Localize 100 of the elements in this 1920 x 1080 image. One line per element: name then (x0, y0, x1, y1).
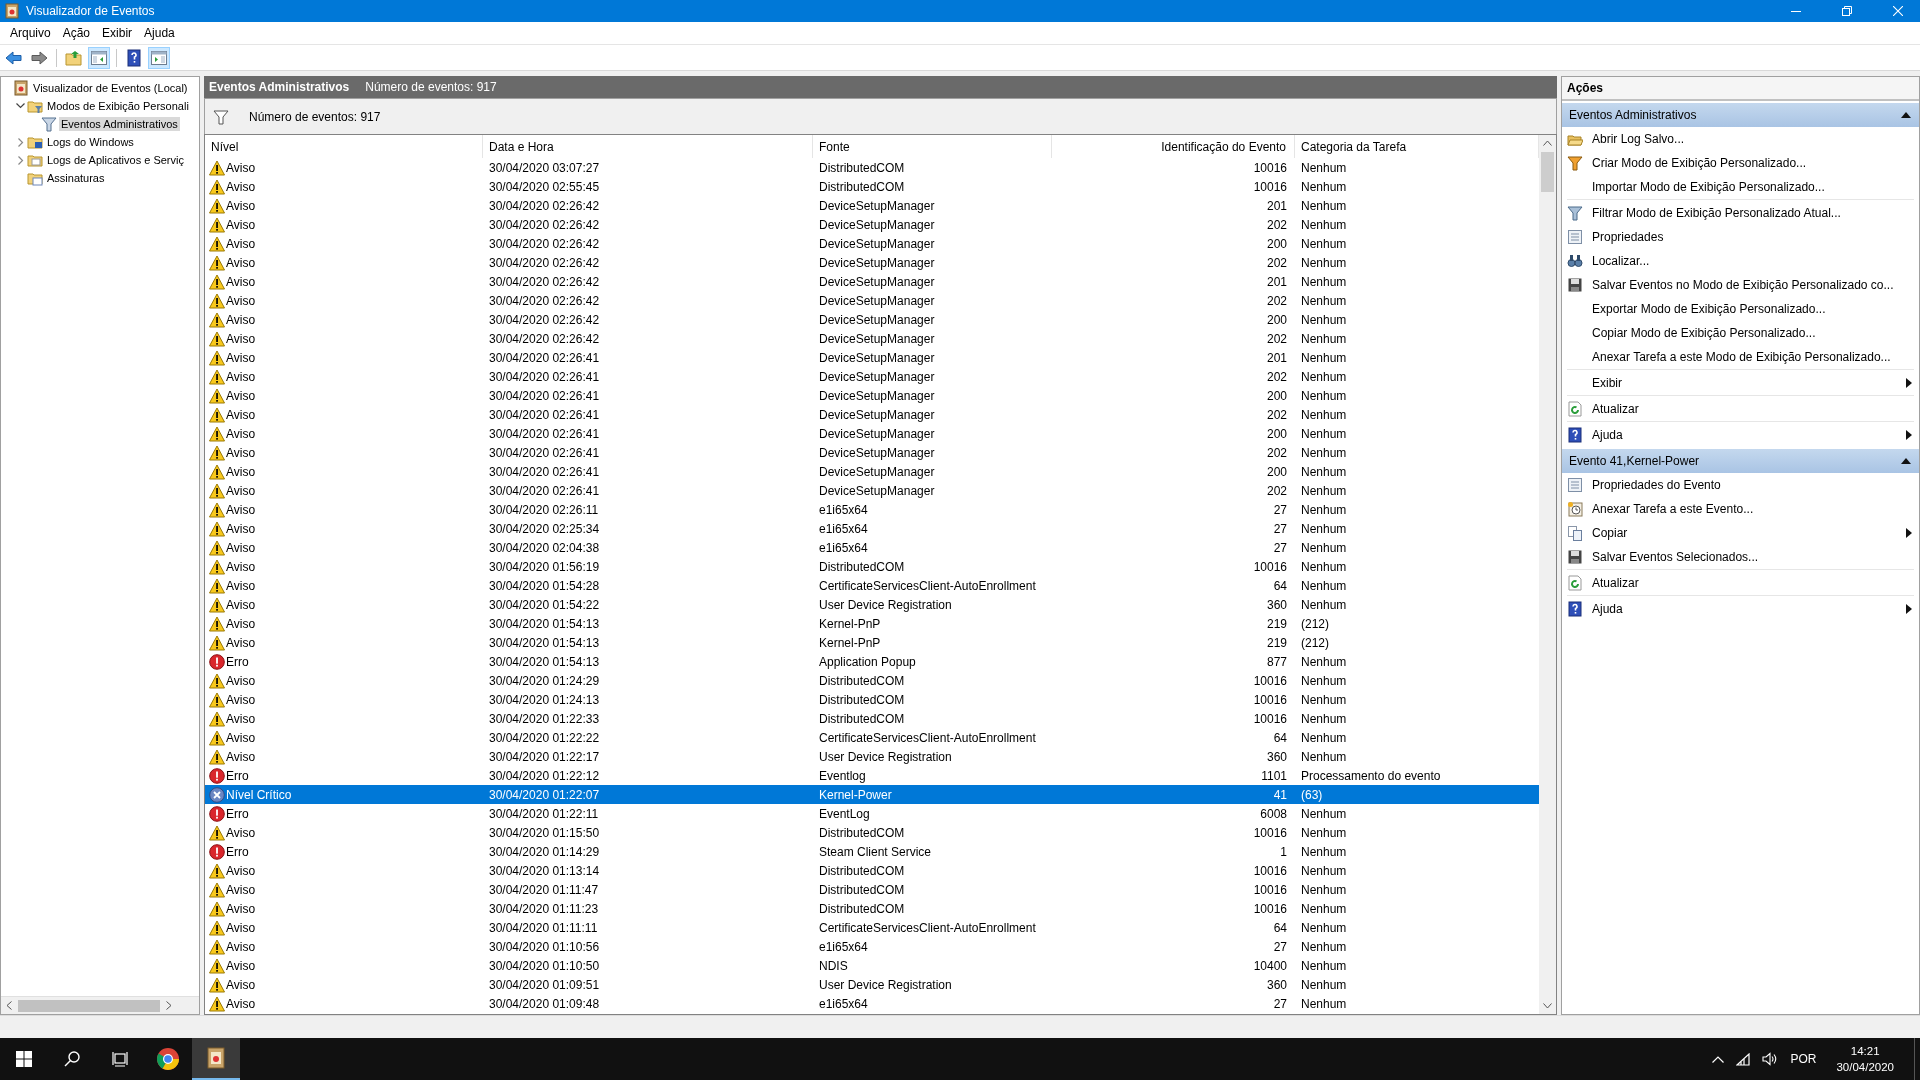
action-item[interactable]: Propriedades do Evento (1567, 473, 1914, 496)
action-item[interactable]: Filtrar Modo de Exibição Personalizado Atual... (1567, 201, 1914, 224)
table-row[interactable]: Aviso 30/04/2020 02:26:41 DeviceSetupManager 202 Nenhum (205, 481, 1539, 500)
table-row[interactable]: Aviso 30/04/2020 01:09:51 User Device Registration 360 Nenhum (205, 975, 1539, 994)
table-row[interactable]: Aviso 30/04/2020 02:55:45 DistributedCOM 10016 Nenhum (205, 177, 1539, 196)
table-row[interactable]: Aviso 30/04/2020 01:54:22 User Device Registration 360 Nenhum (205, 595, 1539, 614)
table-row[interactable]: Aviso 30/04/2020 02:26:42 DeviceSetupManager 202 Nenhum (205, 291, 1539, 310)
scroll-down-icon[interactable] (1543, 1003, 1552, 1009)
tree-item[interactable]: Eventos Administrativos (59, 117, 180, 131)
action-item[interactable]: Propriedades (1567, 225, 1914, 248)
action-item[interactable]: Atualizar (1567, 397, 1914, 422)
scrollbar-thumb[interactable] (1541, 152, 1554, 192)
scroll-up-icon[interactable] (1543, 140, 1552, 146)
action-item[interactable]: Exportar Modo de Exibição Personalizado... (1567, 297, 1914, 320)
table-row[interactable]: Aviso 30/04/2020 01:22:17 User Device Registration 360 Nenhum (205, 747, 1539, 766)
table-row[interactable]: Aviso 30/04/2020 01:22:22 CertificateServicesClient-AutoEnrollment 64 Nenhum (205, 728, 1539, 747)
action-item[interactable]: Importar Modo de Exibição Personalizado... (1567, 175, 1914, 200)
action-item[interactable]: Copiar Modo de Exibição Personalizado... (1567, 321, 1914, 344)
table-row[interactable]: Aviso 30/04/2020 01:10:50 NDIS 10400 Nenhum (205, 956, 1539, 975)
table-row[interactable]: Aviso 30/04/2020 01:10:56 e1i65x64 27 Nenhum (205, 937, 1539, 956)
tree-item[interactable]: Modos de Exibição Personali (45, 99, 191, 113)
table-row[interactable]: Erro 30/04/2020 01:22:11 EventLog 6008 Nenhum (205, 804, 1539, 823)
action-item[interactable]: Salvar Eventos Selecionados... (1567, 545, 1914, 570)
action-item[interactable]: Localizar... (1567, 249, 1914, 272)
table-row[interactable]: Aviso 30/04/2020 02:26:42 DeviceSetupManager 202 Nenhum (205, 253, 1539, 272)
action-item[interactable]: Salvar Eventos no Modo de Exibição Personalizado co... (1567, 273, 1914, 296)
language-indicator[interactable]: POR (1790, 1052, 1817, 1066)
table-row[interactable]: Aviso 30/04/2020 02:26:42 DeviceSetupManager 202 Nenhum (205, 215, 1539, 234)
expand-chevron-icon[interactable] (17, 155, 24, 165)
table-row[interactable]: Aviso 30/04/2020 01:11:23 DistributedCOM 10016 Nenhum (205, 899, 1539, 918)
clock[interactable]: 14:21 30/04/2020 (1828, 1043, 1902, 1075)
column-header[interactable]: Nível (205, 135, 483, 158)
table-row[interactable]: Aviso 30/04/2020 01:54:13 Kernel-PnP 219 (212) (205, 633, 1539, 652)
event-viewer-button[interactable] (192, 1038, 240, 1080)
table-row[interactable]: Erro 30/04/2020 01:54:13 Application Popup 877 Nenhum (205, 652, 1539, 671)
table-row[interactable]: Aviso 30/04/2020 02:26:41 DeviceSetupManager 202 Nenhum (205, 443, 1539, 462)
table-row[interactable]: Aviso 30/04/2020 01:54:28 CertificateServicesClient-AutoEnrollment 64 Nenhum (205, 576, 1539, 595)
scrollbar-thumb[interactable] (18, 999, 160, 1012)
tree-item[interactable]: Logs de Aplicativos e Serviç (45, 153, 186, 167)
show-hidden-icons-icon[interactable] (1712, 1055, 1725, 1063)
menu-item[interactable]: Exibir (96, 23, 139, 43)
action-item[interactable]: Copiar (1567, 521, 1914, 544)
tree-item[interactable]: Logs do Windows (45, 135, 136, 149)
table-row[interactable]: Aviso 30/04/2020 01:13:14 DistributedCOM 10016 Nenhum (205, 861, 1539, 880)
table-row[interactable]: Aviso 30/04/2020 01:24:13 DistributedCOM 10016 Nenhum (205, 690, 1539, 709)
table-row[interactable]: Aviso 30/04/2020 01:15:50 DistributedCOM 10016 Nenhum (205, 823, 1539, 842)
scroll-right-icon[interactable] (166, 1001, 172, 1010)
table-row[interactable]: Aviso 30/04/2020 02:26:42 DeviceSetupManager 200 Nenhum (205, 310, 1539, 329)
table-row[interactable]: Aviso 30/04/2020 02:26:11 e1i65x64 27 Nenhum (205, 500, 1539, 519)
horizontal-scrollbar[interactable] (1, 996, 199, 1014)
action-item[interactable]: Atualizar (1567, 571, 1914, 596)
collapse-chevron-icon[interactable] (16, 103, 25, 109)
table-row[interactable]: Erro 30/04/2020 01:22:12 Eventlog 1101 Processamento do evento (205, 766, 1539, 785)
tree-item[interactable]: Visualizador de Eventos (Local) (31, 81, 190, 95)
column-header[interactable]: Identificação do Evento (1052, 135, 1295, 158)
menu-item[interactable]: Ação (56, 23, 97, 43)
column-header[interactable]: Fonte (813, 135, 1052, 158)
menu-item[interactable]: Arquivo (4, 23, 57, 43)
table-row[interactable]: Aviso 30/04/2020 03:07:27 DistributedCOM 10016 Nenhum (205, 158, 1539, 177)
action-item[interactable]: Anexar Tarefa a este Modo de Exibição Personalizado... (1567, 345, 1914, 370)
table-row[interactable]: Aviso 30/04/2020 02:25:34 e1i65x64 27 Nenhum (205, 519, 1539, 538)
action-item[interactable]: Ajuda (1567, 597, 1914, 620)
table-row[interactable]: Aviso 30/04/2020 02:26:42 DeviceSetupManager 200 Nenhum (205, 234, 1539, 253)
table-row[interactable]: Aviso 30/04/2020 01:54:13 Kernel-PnP 219 (212) (205, 614, 1539, 633)
table-row[interactable]: Aviso 30/04/2020 02:26:41 DeviceSetupManager 200 Nenhum (205, 462, 1539, 481)
table-row[interactable]: Aviso 30/04/2020 02:04:38 e1i65x64 27 Nenhum (205, 538, 1539, 557)
table-row[interactable]: Aviso 30/04/2020 01:22:33 DistributedCOM 10016 Nenhum (205, 709, 1539, 728)
vertical-scrollbar[interactable] (1539, 135, 1556, 1014)
table-row[interactable]: Aviso 30/04/2020 01:24:29 DistributedCOM 10016 Nenhum (205, 671, 1539, 690)
table-row[interactable]: Aviso 30/04/2020 01:56:19 DistributedCOM 10016 Nenhum (205, 557, 1539, 576)
table-row[interactable]: Erro 30/04/2020 01:14:29 Steam Client Service 1 Nenhum (205, 842, 1539, 861)
table-row[interactable]: Aviso 30/04/2020 01:09:48 e1i65x64 27 Nenhum (205, 994, 1539, 1013)
action-item[interactable]: Exibir (1567, 371, 1914, 396)
source-cell: DistributedCOM (819, 863, 905, 878)
action-pane-button[interactable] (148, 46, 170, 69)
section-header[interactable]: Evento 41,Kernel-Power (1562, 449, 1919, 473)
table-row[interactable]: Aviso 30/04/2020 02:26:41 DeviceSetupManager 200 Nenhum (205, 424, 1539, 443)
table-row[interactable]: Aviso 30/04/2020 02:26:42 DeviceSetupManager 201 Nenhum (205, 196, 1539, 215)
table-row[interactable]: Aviso 30/04/2020 02:26:41 DeviceSetupManager 200 Nenhum (205, 386, 1539, 405)
volume-icon[interactable] (1762, 1052, 1779, 1066)
action-item[interactable]: Abrir Log Salvo... (1567, 127, 1914, 150)
expand-chevron-icon[interactable] (17, 137, 24, 147)
tree-item[interactable]: Assinaturas (45, 171, 107, 185)
network-icon[interactable] (1736, 1052, 1751, 1066)
section-header[interactable]: Eventos Administrativos (1562, 103, 1919, 127)
action-item[interactable]: Anexar Tarefa a este Evento... (1567, 497, 1914, 520)
table-row[interactable]: Aviso 30/04/2020 02:26:42 DeviceSetupManager 201 Nenhum (205, 272, 1539, 291)
menu-item[interactable]: Ajuda (138, 23, 181, 43)
scroll-left-icon[interactable] (6, 1001, 12, 1010)
column-header[interactable]: Data e Hora (483, 135, 813, 158)
tree-pane-button[interactable] (88, 46, 110, 69)
action-item[interactable]: Ajuda (1567, 423, 1914, 446)
table-row[interactable]: Aviso 30/04/2020 01:11:47 DistributedCOM 10016 Nenhum (205, 880, 1539, 899)
table-row[interactable]: Aviso 30/04/2020 02:26:41 DeviceSetupManager 202 Nenhum (205, 367, 1539, 386)
table-row[interactable]: Aviso 30/04/2020 02:26:41 DeviceSetupManager 201 Nenhum (205, 348, 1539, 367)
table-row[interactable]: Aviso 30/04/2020 02:26:41 DeviceSetupManager 202 Nenhum (205, 405, 1539, 424)
table-row[interactable]: Aviso 30/04/2020 02:26:42 DeviceSetupManager 202 Nenhum (205, 329, 1539, 348)
table-row[interactable]: Aviso 30/04/2020 01:11:11 CertificateServicesClient-AutoEnrollment 64 Nenhum (205, 918, 1539, 937)
action-item[interactable]: Criar Modo de Exibição Personalizado... (1567, 151, 1914, 174)
table-row[interactable]: Nível Crítico 30/04/2020 01:22:07 Kernel-Power 41 (63) (205, 785, 1539, 804)
